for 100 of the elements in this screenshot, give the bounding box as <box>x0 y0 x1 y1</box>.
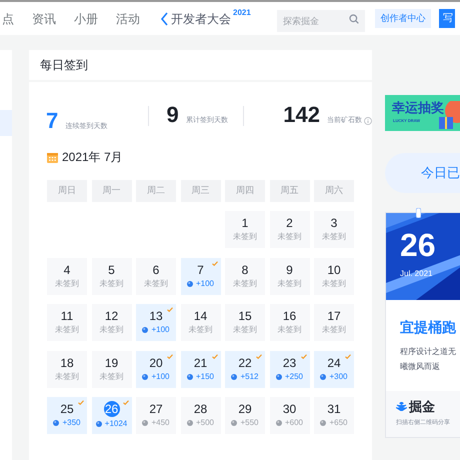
ore-icon <box>142 420 148 426</box>
reward-amount: +300 <box>329 370 348 382</box>
search-field[interactable]: 探索掘金 <box>276 10 365 32</box>
day-number: 8 <box>242 262 248 276</box>
day-cell[interactable]: 7 +100 <box>180 258 220 294</box>
day-cell[interactable]: 31 +650 <box>314 397 354 434</box>
ore-icon <box>276 374 282 380</box>
day-cell[interactable]: 15 未签到 <box>225 304 265 341</box>
day-cell[interactable]: 18 未签到 <box>47 350 87 388</box>
logo-icon <box>396 402 407 412</box>
status-label: 未签到 <box>322 278 346 290</box>
reward-amount: +512 <box>240 370 259 382</box>
check-icon <box>212 260 218 266</box>
day-number: 17 <box>327 309 341 323</box>
day-number: 4 <box>64 262 70 276</box>
reward-amount: +250 <box>284 370 304 382</box>
ore-icon <box>96 421 102 427</box>
day-cell[interactable]: 28 +500 <box>180 397 220 434</box>
day-cell[interactable]: 30 +600 <box>270 397 310 434</box>
day-cell[interactable]: 1 未签到 <box>225 211 265 248</box>
status-label: 未签到 <box>278 324 302 336</box>
reward-amount: +100 <box>196 278 214 290</box>
day-cell[interactable]: 16 未签到 <box>270 304 310 341</box>
day-cell[interactable]: 10 未签到 <box>314 258 354 294</box>
day-number: 14 <box>194 309 208 323</box>
day-cell[interactable]: 20 +100 <box>136 350 176 388</box>
day-cell[interactable]: 12 未签到 <box>92 304 132 341</box>
day-cell[interactable]: 11 未签到 <box>47 304 87 341</box>
day-cell[interactable]: 8 未签到 <box>225 258 265 294</box>
ore-icon <box>320 420 326 426</box>
day-cell[interactable]: 4 未签到 <box>47 258 87 294</box>
reward-amount: +100 <box>151 370 170 382</box>
fortune-text: 曦微风而返 <box>400 361 441 373</box>
ore-icon <box>231 420 238 426</box>
day-cell[interactable]: 19 未签到 <box>92 350 132 388</box>
day-number: 15 <box>238 309 252 323</box>
day-cell[interactable]: 22 +512 <box>225 350 265 388</box>
day-cell[interactable]: 17 未签到 <box>314 304 354 341</box>
reward-amount: +550 <box>240 417 259 429</box>
reward-amount: +150 <box>196 370 214 382</box>
date-month: Jul. 2021 <box>400 268 432 280</box>
day-cell[interactable]: 21 +150 <box>180 350 220 388</box>
logo-icon <box>160 12 169 26</box>
day-cell[interactable]: 5 未签到 <box>92 258 132 294</box>
weekday-header: 周三 <box>180 180 220 202</box>
status-label: 未签到 <box>233 278 257 290</box>
day-cell[interactable]: 3 未签到 <box>314 211 354 248</box>
day-cell[interactable]: 26 +1024 <box>92 397 132 434</box>
weekday-header: 周四 <box>225 180 265 202</box>
day-cell[interactable]: 2 未签到 <box>270 211 310 248</box>
day-number: 19 <box>104 356 118 370</box>
status-label: 未签到 <box>55 370 79 382</box>
day-number: 10 <box>327 262 341 276</box>
fortune-text: 程序设计之道无 <box>400 346 457 358</box>
reward-amount: +500 <box>196 417 214 429</box>
day-cell[interactable]: 24 +300 <box>314 350 354 388</box>
day-number: 7 <box>197 262 204 276</box>
ore-icon <box>186 280 193 286</box>
nav-link[interactable]: 点 <box>2 10 14 28</box>
ore-icon <box>53 420 60 426</box>
reward-amount: +1024 <box>104 418 128 430</box>
day-number: 22 <box>238 356 252 370</box>
check-icon <box>345 354 351 358</box>
day-cell[interactable]: 23 +250 <box>270 350 310 388</box>
day-number: 28 <box>194 402 208 416</box>
write-button[interactable]: 写 <box>438 9 455 28</box>
stat-value: 7 <box>46 110 58 132</box>
day-cell[interactable]: 13 +100 <box>136 304 176 341</box>
day-cell[interactable]: 29 +550 <box>225 397 265 434</box>
status-label: 未签到 <box>55 278 79 290</box>
day-cell[interactable]: 27 +450 <box>136 397 176 434</box>
day-number: 21 <box>194 356 208 370</box>
day-number: 25 <box>60 402 74 416</box>
nav-link[interactable]: 小册 <box>74 10 98 28</box>
day-cell[interactable]: 6 未签到 <box>136 258 176 294</box>
status-label: 未签到 <box>100 324 124 336</box>
day-number: 24 <box>327 356 341 370</box>
day-number: 1 <box>242 216 248 230</box>
check-icon <box>212 354 218 358</box>
nav-link[interactable]: 资讯 <box>32 10 56 28</box>
status-label: 未签到 <box>144 278 168 290</box>
status-label: 未签到 <box>100 370 124 382</box>
check-icon <box>78 400 84 405</box>
nav-link[interactable]: 活动 <box>116 10 140 28</box>
day-cell[interactable]: 25 +350 <box>47 397 87 434</box>
day-cell[interactable]: 9 未签到 <box>270 258 310 294</box>
day-number: 5 <box>108 262 115 276</box>
brand-name: 掘金 <box>409 398 435 416</box>
stat-value: 142 <box>283 104 320 126</box>
day-number: 20 <box>149 356 163 370</box>
ore-icon <box>142 327 148 333</box>
day-cell[interactable]: 14 未签到 <box>180 304 220 341</box>
ore-icon <box>231 374 238 380</box>
day-number: 2 <box>286 216 293 230</box>
ore-icon <box>186 420 193 426</box>
ore-icon <box>186 374 193 380</box>
day-number: 16 <box>282 309 296 323</box>
check-icon <box>122 400 128 405</box>
day-number: 13 <box>149 309 163 323</box>
month-label: 2021年 7月 <box>62 149 123 166</box>
